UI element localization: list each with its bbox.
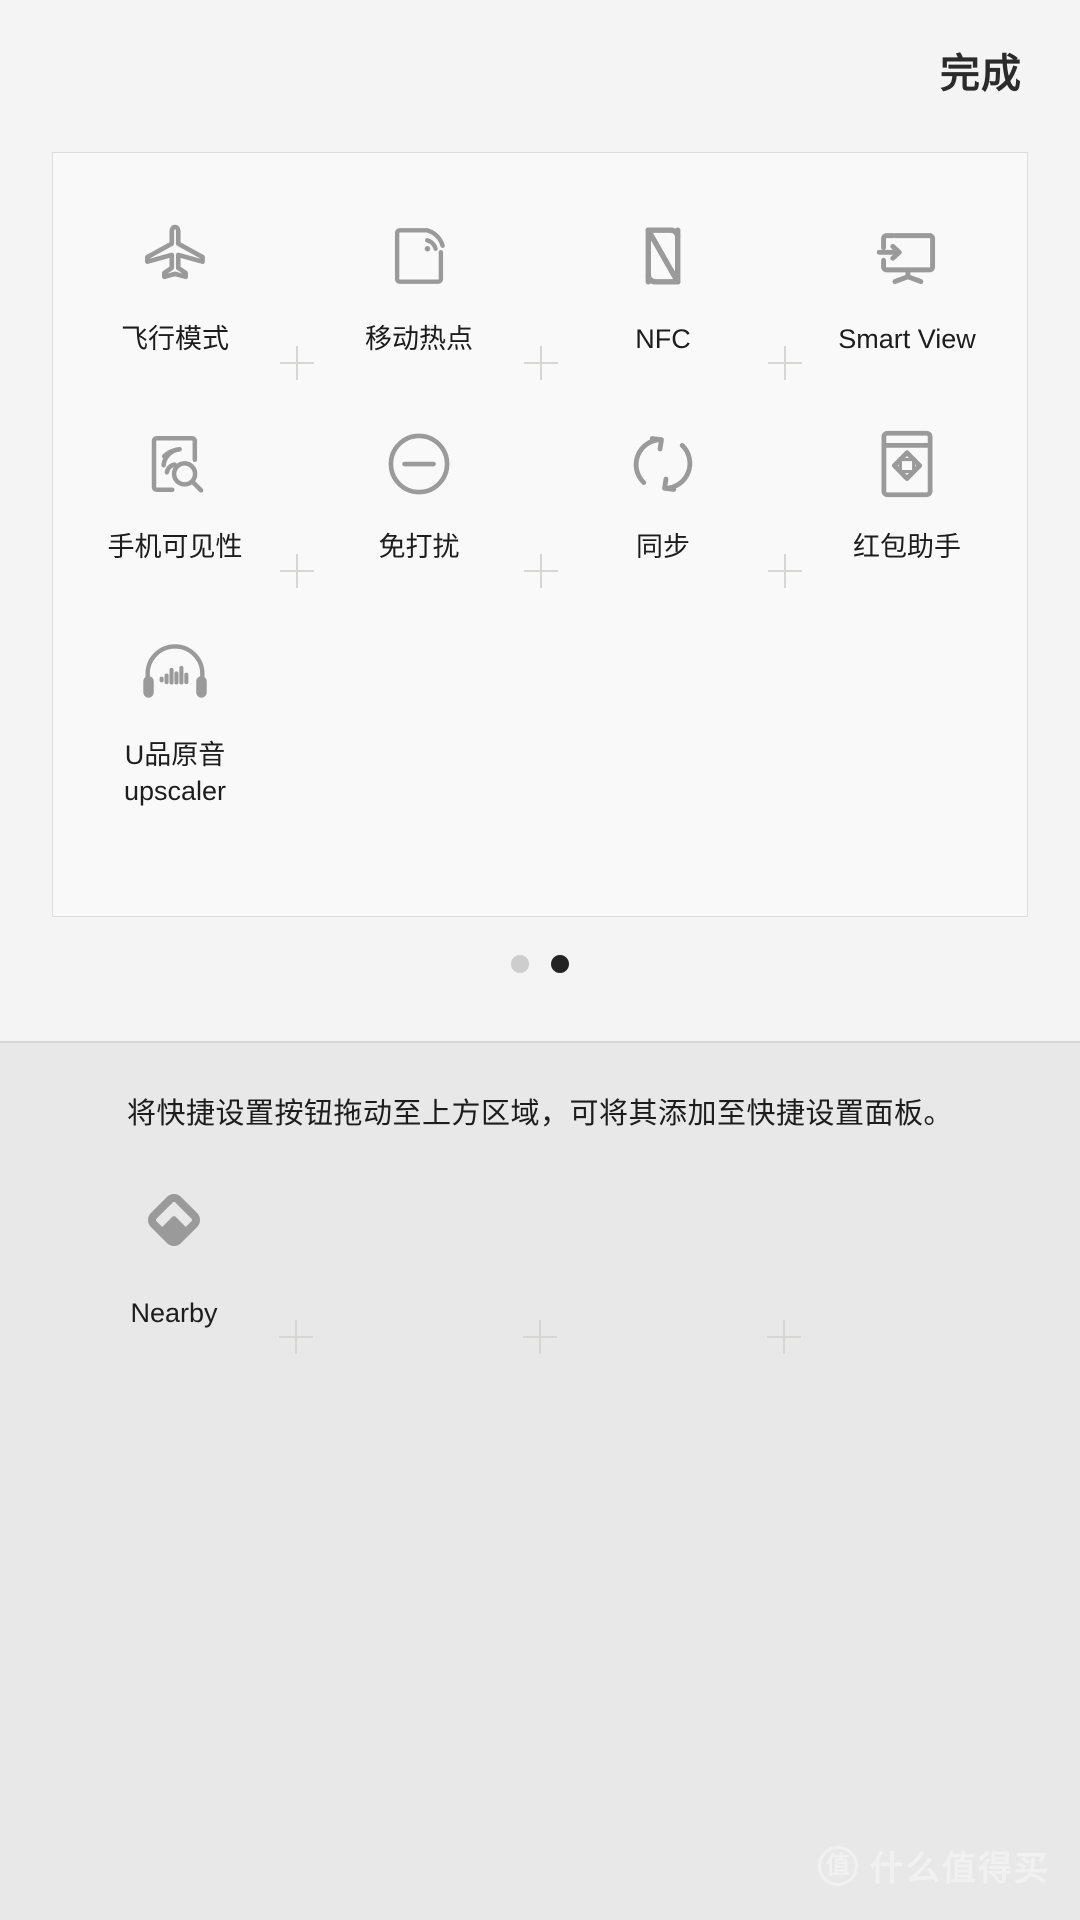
page-indicator[interactable] — [0, 955, 1080, 973]
nearby-icon — [52, 1191, 296, 1269]
quick-setting-tile-airplane[interactable]: 飞行模式 — [53, 217, 297, 357]
grid-plus-marker — [767, 1320, 801, 1354]
quick-setting-tile-mobile-hotspot[interactable]: 移动热点 — [297, 217, 541, 357]
headphones-icon — [53, 633, 297, 711]
quick-settings-panel: 飞行模式 移动热点 NFC Smart View 手机可见性 免打扰 同步 红包… — [52, 152, 1028, 917]
nfc-icon — [541, 217, 785, 295]
drag-hint-text: 将快捷设置按钮拖动至上方区域，可将其添加至快捷设置面板。 — [126, 1098, 953, 1130]
quick-setting-tile-nfc[interactable]: NFC — [541, 217, 785, 357]
watermark: 值 什么值得买 — [818, 1841, 1050, 1890]
done-button[interactable]: 完成 — [940, 41, 1022, 99]
available-tile-nearby[interactable]: Nearby — [52, 1191, 296, 1331]
mobile-hotspot-icon — [297, 217, 541, 295]
quick-setting-tile-do-not-disturb[interactable]: 免打扰 — [297, 425, 541, 565]
available-tile-label: Nearby — [130, 1298, 218, 1328]
quick-setting-tile-phone-visibility[interactable]: 手机可见性 — [53, 425, 297, 565]
quick-setting-tile-label: 红包助手 — [853, 532, 961, 562]
available-buttons-grid: Nearby — [52, 1175, 1028, 1515]
quick-setting-tile-red-packet[interactable]: 红包助手 — [785, 425, 1029, 565]
quick-setting-tile-label: 飞行模式 — [121, 324, 229, 354]
available-buttons-area: 将快捷设置按钮拖动至上方区域，可将其添加至快捷设置面板。 Nearby — [0, 1045, 1080, 1920]
watermark-label: 什么值得买 — [870, 1850, 1050, 1888]
quick-setting-tile-label: NFC — [635, 324, 691, 354]
quick-setting-tile-label: 手机可见性 — [107, 532, 243, 562]
quick-settings-grid: 飞行模式 移动热点 NFC Smart View 手机可见性 免打扰 同步 红包… — [53, 153, 1027, 916]
airplane-icon — [53, 217, 297, 295]
quick-setting-tile-label: U品原音 upscaler — [123, 740, 227, 806]
sync-icon — [541, 425, 785, 503]
quick-setting-tile-smart-view[interactable]: Smart View — [785, 217, 1029, 357]
quick-setting-tile-label: 免打扰 — [378, 532, 460, 562]
quick-setting-tile-label: Smart View — [838, 324, 976, 354]
quick-settings-edit-area: 完成 飞行模式 移动热点 NFC Smart View 手机可见性 免打扰 同步… — [0, 0, 1080, 1043]
grid-plus-marker — [523, 1320, 557, 1354]
quick-setting-tile-label: 移动热点 — [365, 324, 473, 354]
red-packet-icon — [785, 425, 1029, 503]
phone-visibility-icon — [53, 425, 297, 503]
do-not-disturb-icon — [297, 425, 541, 503]
header-bar: 完成 — [0, 0, 1080, 145]
smart-view-icon — [785, 217, 1029, 295]
quick-setting-tile-sync[interactable]: 同步 — [541, 425, 785, 565]
quick-setting-tile-headphones[interactable]: U品原音 upscaler — [53, 633, 297, 809]
page-dot-1[interactable] — [511, 955, 529, 973]
quick-setting-tile-label: 同步 — [636, 532, 690, 562]
watermark-logo-icon: 值 — [818, 1845, 858, 1886]
page-dot-2[interactable] — [551, 955, 569, 973]
